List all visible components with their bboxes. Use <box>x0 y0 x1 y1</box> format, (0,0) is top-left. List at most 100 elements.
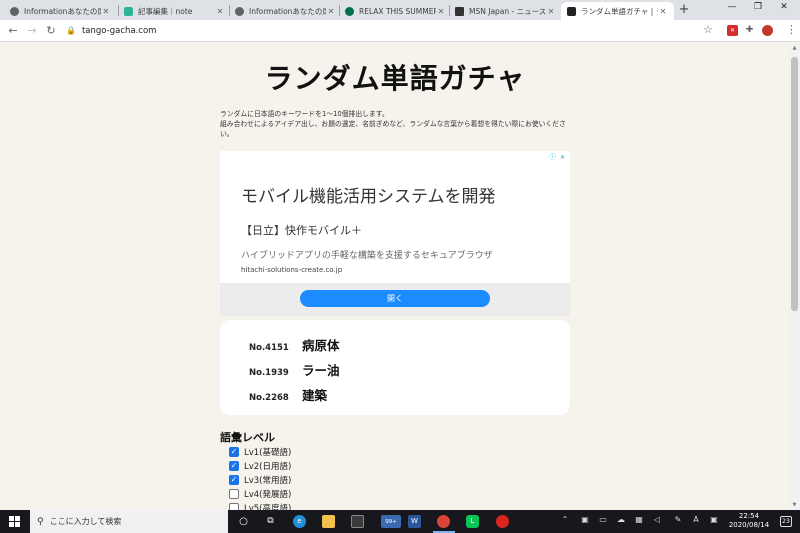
intro-text: ランダムに日本語のキーワードを1〜10個排出します。 組み合わせによるアイデア出… <box>220 109 572 139</box>
tab-title: RELAX THIS SUMMER W <box>359 6 436 16</box>
tab-strip: Informationあなたの周り ✕ 記事編集｜note ✕ Informat… <box>0 0 800 20</box>
search-placeholder: ここに入力して検索 <box>49 517 122 526</box>
level-label[interactable]: Lv1(基礎語) <box>244 446 291 458</box>
note-icon <box>124 6 133 16</box>
taskbar-clock[interactable]: 22:54 2020/08/14 <box>727 512 771 530</box>
tray-icon[interactable]: ▣ <box>709 515 719 524</box>
checkbox-checked[interactable]: ✓ <box>229 447 239 457</box>
checkbox-checked[interactable]: ✓ <box>229 461 239 471</box>
forward-icon[interactable]: → <box>24 23 40 39</box>
scroll-down-arrow-icon[interactable]: ▼ <box>789 500 800 510</box>
level-option-3[interactable]: ✓ Lv3(常用語) <box>229 474 291 486</box>
ad-description[interactable]: ハイブリッドアプリの手軽な構築を支援するセキュアブラウザ <box>241 248 493 261</box>
bookmark-star-icon[interactable]: ☆ <box>703 23 713 36</box>
task-view-icon[interactable]: ⧉ <box>264 515 277 528</box>
ad-open-button[interactable]: 開く <box>300 290 490 307</box>
battery-icon[interactable]: ▭ <box>598 515 608 524</box>
close-tab-icon[interactable]: ✕ <box>436 7 446 16</box>
msn-icon <box>455 6 464 16</box>
tab-title: 記事編集｜note <box>138 6 193 16</box>
close-tab-icon[interactable]: ✕ <box>658 7 668 16</box>
scroll-up-arrow-icon[interactable]: ▲ <box>789 43 800 53</box>
site-logo[interactable]: ランダム単語ガチャ <box>262 57 528 95</box>
browser-toolbar: ← → ↻ 🔒 tango-gacha.com ☆ ✕ ✚ ⋮ <box>0 20 800 42</box>
close-tab-icon[interactable]: ✕ <box>215 7 225 16</box>
ad-info-icon[interactable]: ⓘ <box>549 154 556 161</box>
profile-avatar-icon[interactable] <box>762 25 773 36</box>
ad-advertiser[interactable]: 【日立】快作モバイル＋ <box>241 222 362 238</box>
edge-icon[interactable]: e <box>293 515 306 528</box>
gacha-icon <box>567 6 576 16</box>
word-text: 建築 <box>302 388 328 403</box>
browser-tab-active[interactable]: ランダム単語ガチャ | ラン ✕ <box>561 2 674 20</box>
level-option-4[interactable]: Lv4(発展語) <box>229 488 291 500</box>
scroll-thumb[interactable] <box>791 57 798 311</box>
close-window-button[interactable]: ✕ <box>774 2 794 12</box>
cortana-icon[interactable]: ○ <box>237 515 250 528</box>
ad-domain[interactable]: hitachi-solutions-create.co.jp <box>241 266 342 274</box>
word-text: ラー油 <box>302 363 340 378</box>
browser-tab-1[interactable]: Informationあなたの周り ✕ <box>4 2 117 20</box>
ad-choices[interactable]: ⓘ ✕ <box>549 154 566 161</box>
ime-icon[interactable]: A <box>691 515 701 524</box>
close-tab-icon[interactable]: ✕ <box>326 7 336 16</box>
search-icon: ⚲ <box>37 516 44 527</box>
cloud-icon[interactable]: ☁ <box>616 515 626 524</box>
app-icon[interactable] <box>496 515 509 528</box>
result-row: No.1939 ラー油 <box>249 360 340 379</box>
tray-chevron-icon[interactable]: ⌃ <box>560 515 570 524</box>
page-scrollbar[interactable]: ▲ ▼ <box>789 43 800 510</box>
word-number: No.4151 <box>249 343 289 353</box>
globe-icon <box>235 6 244 16</box>
tray-app-icon[interactable]: ▣ <box>580 515 590 524</box>
reload-icon[interactable]: ↻ <box>43 23 59 39</box>
level-option-2[interactable]: ✓ Lv2(日用語) <box>229 460 291 472</box>
word-icon[interactable]: W <box>408 515 421 528</box>
network-icon[interactable]: ▦ <box>634 515 644 524</box>
close-tab-icon[interactable]: ✕ <box>546 7 556 16</box>
adblock-icon[interactable]: ✕ <box>727 25 738 36</box>
file-explorer-icon[interactable] <box>322 515 335 528</box>
word-number: No.1939 <box>249 368 289 378</box>
checkbox-unchecked[interactable] <box>229 489 239 499</box>
level-label[interactable]: Lv2(日用語) <box>244 460 291 472</box>
level-option-5[interactable]: Lv5(高度語) <box>229 502 291 510</box>
volume-icon[interactable]: ◁ <box>652 515 662 524</box>
level-label[interactable]: Lv4(発展語) <box>244 488 291 500</box>
ad-close-icon[interactable]: ✕ <box>559 154 566 161</box>
level-label[interactable]: Lv5(高度語) <box>244 502 291 510</box>
globe-icon <box>10 6 19 16</box>
level-option-1[interactable]: ✓ Lv1(基礎語) <box>229 446 291 458</box>
checkbox-unchecked[interactable] <box>229 503 239 510</box>
windows-start-icon[interactable] <box>9 516 20 527</box>
minimize-button[interactable]: — <box>722 2 742 12</box>
taskbar-search-box[interactable]: ⚲ ここに入力して検索 <box>30 510 228 533</box>
mail-icon[interactable]: 99+ <box>381 515 401 528</box>
browser-tab-5[interactable]: MSN Japan - ニュース、天 ✕ <box>449 2 562 20</box>
windows-taskbar: ⚲ ここに入力して検索 ○ ⧉ e 99+ W L ⌃ ▣ ▭ ☁ ▦ ◁ ✎ … <box>0 510 800 533</box>
new-tab-button[interactable]: + <box>677 2 691 17</box>
ad-banner[interactable]: ⓘ ✕ モバイル機能活用システムを開発 【日立】快作モバイル＋ ハイブリッドアプ… <box>220 151 570 316</box>
store-icon[interactable] <box>351 515 364 528</box>
restore-button[interactable]: ❐ <box>748 2 768 12</box>
extension-puzzle-icon[interactable]: ✚ <box>744 25 755 36</box>
level-label[interactable]: Lv3(常用語) <box>244 474 291 486</box>
clock-date: 2020/08/14 <box>728 521 770 529</box>
chrome-icon[interactable] <box>437 515 450 528</box>
back-icon[interactable]: ← <box>5 23 21 39</box>
browser-tab-2[interactable]: 記事編集｜note ✕ <box>118 2 231 20</box>
close-tab-icon[interactable]: ✕ <box>101 7 111 16</box>
line-app-icon[interactable]: L <box>466 515 479 528</box>
address-bar[interactable]: 🔒 tango-gacha.com <box>62 22 722 39</box>
browser-tab-3[interactable]: Informationあなたの周り ✕ <box>229 2 342 20</box>
mail-badge: 99+ <box>385 519 397 525</box>
tab-title: MSN Japan - ニュース、天 <box>469 6 546 16</box>
browser-tab-4[interactable]: RELAX THIS SUMMER W ✕ <box>339 2 452 20</box>
more-menu-icon[interactable]: ⋮ <box>786 23 797 36</box>
word-text: 病原体 <box>302 338 340 353</box>
tab-title: Informationあなたの周り <box>249 6 326 16</box>
checkbox-checked[interactable]: ✓ <box>229 475 239 485</box>
ad-headline[interactable]: モバイル機能活用システムを開発 <box>241 182 496 207</box>
notification-center-icon[interactable]: 23 <box>780 516 792 527</box>
pen-icon[interactable]: ✎ <box>673 515 683 524</box>
